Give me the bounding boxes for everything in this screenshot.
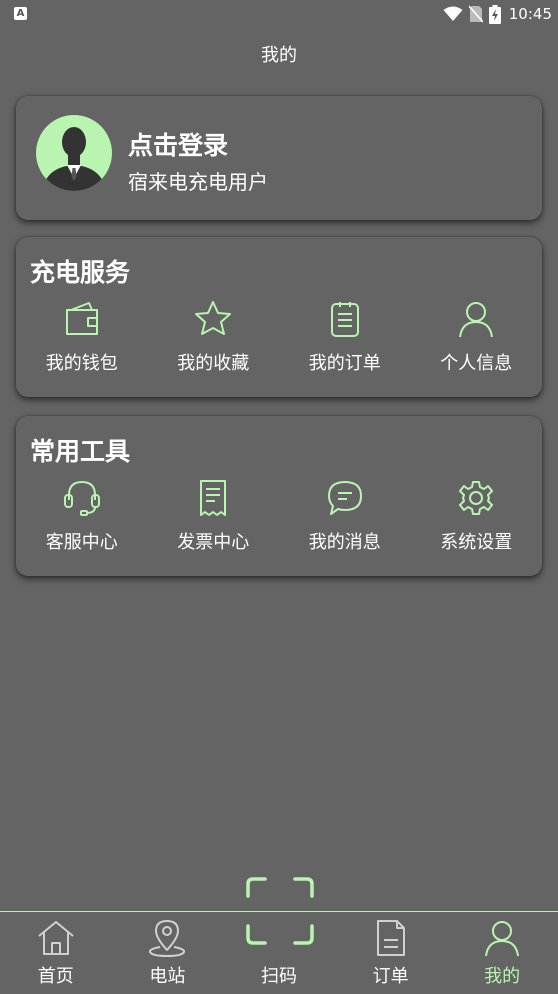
invoice-center-label: 发票中心	[177, 532, 250, 553]
home-icon	[38, 921, 74, 955]
tab-orders-label: 订单	[372, 966, 409, 987]
customer-service-label: 客服中心	[45, 532, 118, 553]
my-messages-button[interactable]: 我的消息	[279, 478, 411, 554]
invoice-center-button[interactable]: 发票中心	[148, 478, 280, 554]
battery-charging-icon	[488, 4, 501, 24]
wifi-icon	[443, 6, 463, 21]
tab-orders[interactable]: 订单	[335, 912, 447, 994]
no-sim-icon	[468, 5, 483, 23]
my-wallet-label: 我的钱包	[45, 353, 118, 374]
page-title: 我的	[261, 45, 297, 66]
login-prompt[interactable]: 点击登录	[128, 126, 228, 162]
customer-service-button[interactable]: 客服中心	[16, 478, 148, 554]
star-icon	[195, 301, 232, 335]
charging-service-card: 充电服务 我的钱包 我的收藏 我的订单 个人信息	[16, 237, 542, 397]
tab-home-label: 首页	[37, 966, 74, 987]
my-favorites-label: 我的收藏	[177, 353, 250, 374]
scan-icon[interactable]	[245, 876, 315, 946]
tab-scan-label: 扫码	[260, 966, 297, 987]
document-icon	[376, 920, 405, 956]
my-orders-label: 我的订单	[308, 353, 381, 374]
common-tools-grid: 客服中心 发票中心 我的消息 系统设置	[16, 478, 542, 554]
tab-stations-label: 电站	[149, 966, 186, 987]
my-messages-label: 我的消息	[308, 532, 381, 553]
person-icon	[485, 921, 520, 957]
my-favorites-button[interactable]: 我的收藏	[148, 299, 280, 375]
chat-bubble-icon	[327, 481, 362, 515]
system-settings-label: 系统设置	[440, 532, 513, 553]
status-time: 10:45	[508, 5, 552, 23]
gear-icon	[459, 481, 494, 515]
status-icons: 10:45	[443, 4, 552, 24]
location-pin-icon	[149, 920, 186, 957]
personal-info-label: 个人信息	[440, 353, 513, 374]
charging-service-grid: 我的钱包 我的收藏 我的订单 个人信息	[16, 299, 542, 375]
tab-profile[interactable]: 我的	[446, 912, 558, 994]
tab-stations[interactable]: 电站	[112, 912, 224, 994]
app-notification-icon: A	[14, 7, 27, 20]
tab-profile-label: 我的	[484, 966, 521, 987]
tab-home[interactable]: 首页	[0, 912, 112, 994]
system-settings-button[interactable]: 系统设置	[411, 478, 543, 554]
clipboard-icon	[330, 302, 359, 337]
receipt-icon	[200, 480, 227, 516]
wallet-icon	[65, 302, 98, 335]
person-icon	[459, 302, 494, 338]
my-wallet-button[interactable]: 我的钱包	[16, 299, 148, 375]
personal-info-button[interactable]: 个人信息	[411, 299, 543, 375]
user-type-label: 宿来电充电用户	[128, 170, 268, 194]
section-title-charging-service: 充电服务	[30, 258, 131, 287]
avatar[interactable]	[36, 115, 112, 191]
status-bar: A 10:45	[0, 0, 558, 28]
common-tools-card: 常用工具 客服中心 发票中心 我的消息 系统设置	[16, 416, 542, 576]
my-orders-button[interactable]: 我的订单	[279, 299, 411, 375]
section-title-common-tools: 常用工具	[30, 437, 131, 466]
headset-icon	[63, 481, 100, 516]
login-card[interactable]: 点击登录 宿来电充电用户	[16, 96, 542, 220]
